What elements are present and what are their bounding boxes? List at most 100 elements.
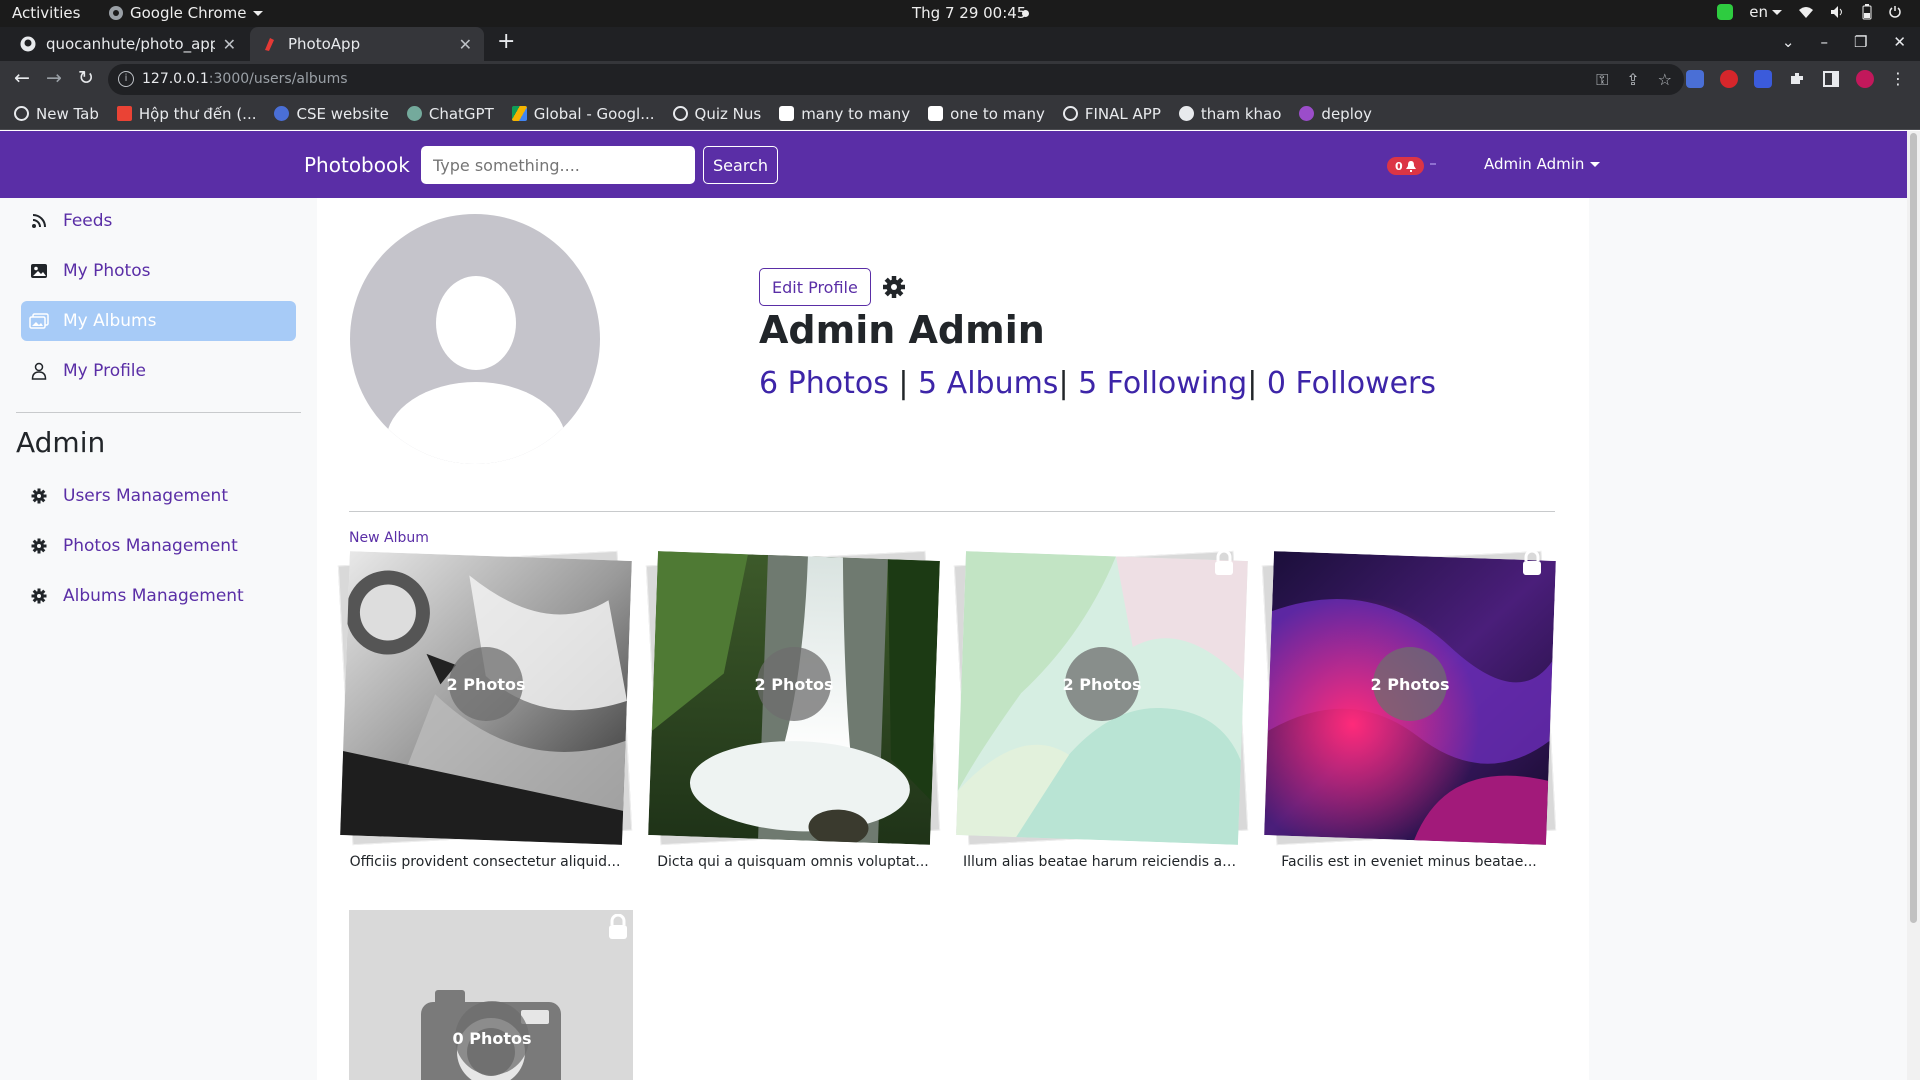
album-card[interactable]: 0 Photos [349,910,633,1080]
key-icon[interactable]: ⚿ [1596,70,1608,90]
minimize-icon[interactable]: – [1820,33,1828,51]
close-icon[interactable]: ✕ [459,35,472,54]
notification-dropdown-caret[interactable] [1430,163,1436,165]
share-icon[interactable]: ⇪ [1626,70,1639,90]
profile-avatar[interactable] [1856,69,1874,88]
reload-icon[interactable]: ↻ [74,67,98,91]
bookmark-label: FINAL APP [1084,104,1161,123]
settings-gear-icon[interactable] [882,275,906,299]
album-caption[interactable]: Facilis est in eveniet minus beatae... [1261,854,1557,870]
bookmark-label: Quiz Nus [694,104,762,123]
search-input[interactable] [421,146,695,184]
star-icon[interactable]: ☆ [1658,70,1672,90]
albums-count-link[interactable]: 5 Albums [918,366,1058,401]
photo-count-badge: 0 Photos [453,1001,532,1075]
bookmark-label: tham khao [1200,104,1282,123]
maximize-icon[interactable]: ❐ [1854,33,1867,51]
stats-separator: | [1247,366,1267,401]
search-button[interactable]: Search [703,146,778,184]
bookmark-item[interactable]: tham khao [1178,104,1282,123]
sidebar-item-label: Users Management [63,486,228,506]
extensions-area: ⋮ [1686,69,1906,88]
photos-count-link[interactable]: 6 Photos [759,366,889,401]
album-thumbnail-stack[interactable]: 2 Photos [953,544,1249,846]
sidebar-item-users-management[interactable]: Users Management [21,476,296,516]
bookmark-item[interactable]: deploy [1299,105,1372,123]
back-icon[interactable]: ← [10,67,34,91]
album-caption[interactable]: Officiis provident consectetur aliquid..… [337,854,633,870]
album-thumbnail-stack[interactable]: 2 Photos [337,544,633,846]
forward-icon[interactable]: → [42,67,66,91]
sidepanel-icon[interactable] [1822,70,1840,88]
menu-kebab-icon[interactable]: ⋮ [1890,69,1906,88]
page-scrollbar[interactable] [1907,131,1920,1080]
album-card[interactable]: 2 Photos Dicta qui a quisquam omnis volu… [645,544,941,870]
album-thumbnail-stack[interactable]: 2 Photos [645,544,941,846]
chevron-down-icon [1590,161,1601,167]
bookmark-item[interactable]: CSE website [274,105,389,123]
bell-icon [1405,160,1416,172]
gear-icon [29,486,49,506]
bookmark-item[interactable]: many to many [779,105,910,123]
translate-extension-icon[interactable] [1686,69,1704,88]
bookmark-label: Global - Googl... [533,104,655,123]
language-indicator[interactable]: en [1749,3,1782,21]
chevron-down-icon [252,10,263,16]
sidebar-item-label: My Photos [63,261,151,281]
notification-badge[interactable]: 0 [1387,157,1424,175]
browser-tab[interactable]: quocanhute/photo_app ✕ [8,27,248,61]
adblock-extension-icon[interactable] [1720,69,1738,88]
profile-stats: 6 Photos | 5 Albums| 5 Following| 0 Foll… [759,366,1436,401]
album-card[interactable]: 2 Photos Illum alias beatae harum reicie… [953,544,1249,870]
new-tab-button[interactable]: + [497,29,515,54]
album-thumbnail-stack[interactable]: 2 Photos [1261,544,1557,846]
user-name: Admin Admin [1484,155,1585,173]
scrollbar-thumb[interactable] [1910,133,1917,923]
followers-count-link[interactable]: 0 Followers [1267,366,1436,401]
album-placeholder-cover[interactable]: 0 Photos [349,910,633,1080]
album-caption[interactable]: Dicta qui a quisquam omnis voluptat... [645,854,941,870]
avatar-body-shape [386,382,566,464]
activities-button[interactable]: Activities [12,4,80,22]
edit-profile-button[interactable]: Edit Profile [759,268,871,306]
bookmark-item[interactable]: one to many [928,105,1045,123]
browser-tab-active[interactable]: PhotoApp ✕ [250,27,484,61]
bookmark-item[interactable]: Hộp thư đến (... [116,105,256,123]
info-icon[interactable]: i [118,71,134,87]
album-card[interactable]: 2 Photos Facilis est in eveniet minus be… [1261,544,1557,870]
close-icon[interactable]: ✕ [223,35,236,54]
system-tray[interactable]: en [1717,3,1902,21]
sidebar-item-feeds[interactable]: Feeds [21,201,296,241]
right-gutter [1589,198,1907,1080]
sidebar-item-my-profile[interactable]: My Profile [21,351,296,391]
app-menu[interactable]: Google Chrome [108,4,263,22]
power-icon [1889,6,1901,18]
album-card[interactable]: 2 Photos Officiis provident consectetur … [337,544,633,870]
sidebar-item-albums-management[interactable]: Albums Management [21,576,296,616]
bookmark-item[interactable]: ChatGPT [406,105,494,123]
sidebar-item-my-photos[interactable]: My Photos [21,251,296,291]
sidebar-item-label: Photos Management [63,536,238,556]
bookmark-item[interactable]: New Tab [14,105,99,123]
sidebar-item-photos-management[interactable]: Photos Management [21,526,296,566]
puzzle-icon[interactable] [1788,70,1806,88]
address-bar[interactable]: i 127.0.0.1:3000/users/albums ⚿ ⇪ ☆ [108,64,1684,95]
bookmark-label: deploy [1321,104,1372,123]
tab-search-icon[interactable]: ⌄ [1782,33,1795,51]
following-count-link[interactable]: 5 Following [1078,366,1247,401]
album-caption[interactable]: Illum alias beatae harum reiciendis au..… [953,854,1249,870]
cse-icon [274,106,290,121]
user-menu-dropdown[interactable]: Admin Admin [1484,155,1601,173]
image-icon [29,261,49,281]
bookmark-item[interactable]: Global - Googl... [511,104,655,123]
clock[interactable]: Thg 7 29 00:45 [912,4,1026,22]
bookmark-item[interactable]: Quiz Nus [672,104,762,123]
rss-icon [29,211,49,231]
close-icon[interactable]: ✕ [1893,33,1906,51]
images-icon [29,311,49,331]
omnibox-actions: ⚿ ⇪ ☆ [1596,70,1672,90]
brand-logo[interactable]: Photobook [304,153,410,177]
sidebar-item-my-albums[interactable]: My Albums [21,301,296,341]
bookmark-item[interactable]: FINAL APP [1062,104,1161,123]
zip-extension-icon[interactable] [1754,69,1772,88]
